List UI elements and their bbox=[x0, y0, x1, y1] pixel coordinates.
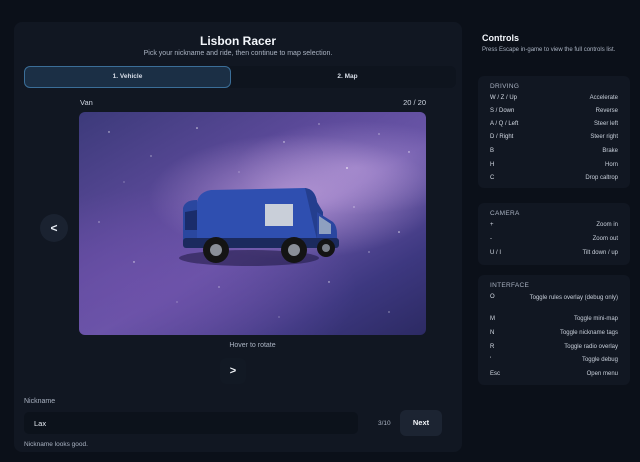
control-key: D / Right bbox=[490, 134, 514, 140]
control-action: Steer right bbox=[590, 134, 618, 140]
van-model bbox=[179, 188, 339, 266]
control-action: Open menu bbox=[586, 371, 618, 377]
tab-map[interactable]: 2. Map bbox=[239, 66, 456, 88]
control-action: Steer left bbox=[593, 121, 618, 127]
control-action: Zoom out bbox=[592, 236, 618, 242]
control-key: B bbox=[490, 148, 495, 154]
nickname-char-count: 3/10 bbox=[378, 420, 391, 427]
control-action: Tilt down / up bbox=[582, 250, 618, 256]
control-key: S / Down bbox=[490, 108, 515, 114]
controls-section-driving: DRIVING W / Z / Up Accelerate S / Down R… bbox=[478, 76, 630, 188]
control-action: Drop caltrop bbox=[585, 175, 618, 181]
rotate-hint: Hover to rotate bbox=[229, 342, 276, 349]
vehicle-selection-panel: Lisbon Racer Pick your nickname and ride… bbox=[14, 22, 462, 452]
control-key: W / Z / Up bbox=[490, 95, 517, 101]
vehicle-preview-scene bbox=[98, 123, 410, 318]
previous-vehicle-button[interactable]: < bbox=[40, 214, 68, 242]
control-action: Reverse bbox=[595, 108, 618, 114]
control-key: R bbox=[490, 344, 495, 350]
controls-section-interface: INTERFACE O Toggle rules overlay (debug … bbox=[478, 275, 630, 385]
control-action: Toggle rules overlay (debug only) bbox=[529, 295, 618, 301]
game-title: Lisbon Racer bbox=[199, 34, 277, 48]
nickname-status: Nickname looks good. bbox=[24, 441, 88, 448]
control-action: Horn bbox=[604, 162, 618, 168]
game-subtitle: Pick your nickname and ride, then contin… bbox=[143, 50, 333, 57]
vehicle-index: 20 / 20 bbox=[403, 98, 426, 107]
control-key: H bbox=[490, 162, 495, 168]
vehicle-preview[interactable] bbox=[79, 112, 426, 335]
control-key: A / Q / Left bbox=[490, 121, 519, 127]
tab-vehicle[interactable]: 1. Vehicle bbox=[24, 66, 231, 88]
controls-description: Press Escape in-game to view the full co… bbox=[482, 47, 616, 53]
control-key: ' bbox=[490, 357, 492, 363]
control-key: - bbox=[490, 236, 492, 242]
control-action: Zoom in bbox=[596, 222, 618, 228]
control-key: C bbox=[490, 175, 495, 181]
control-action: Toggle mini-map bbox=[573, 316, 618, 322]
control-key: N bbox=[490, 330, 495, 336]
control-action: Toggle debug bbox=[581, 357, 618, 363]
control-key: O bbox=[490, 294, 495, 300]
controls-section-camera: CAMERA + Zoom in - Zoom out U / I Tilt d… bbox=[478, 203, 630, 265]
controls-title: Controls bbox=[482, 33, 519, 43]
next-button[interactable]: Next bbox=[400, 410, 442, 436]
step-tabs: 1. Vehicle 2. Map bbox=[24, 66, 456, 88]
section-title: CAMERA bbox=[490, 210, 520, 217]
control-action: Accelerate bbox=[589, 95, 618, 101]
control-action: Toggle radio overlay bbox=[564, 344, 618, 350]
nickname-label: Nickname bbox=[24, 398, 56, 405]
nickname-input[interactable] bbox=[24, 412, 358, 434]
vehicle-name: Van bbox=[80, 98, 93, 107]
control-key: + bbox=[490, 222, 494, 228]
control-key: U / I bbox=[490, 250, 502, 256]
next-vehicle-button[interactable]: > bbox=[220, 358, 246, 384]
control-action: Brake bbox=[602, 148, 618, 154]
section-title: INTERFACE bbox=[490, 282, 530, 289]
section-title: DRIVING bbox=[490, 83, 520, 90]
control-action: Toggle nickname tags bbox=[559, 330, 618, 336]
control-key: Esc bbox=[490, 371, 501, 377]
control-key: M bbox=[490, 316, 495, 322]
